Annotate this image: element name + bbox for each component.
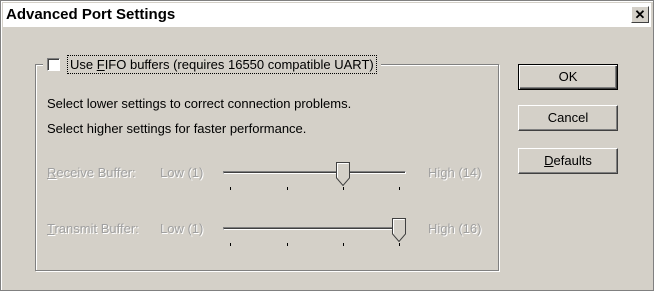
receive-tick-1 (230, 187, 231, 190)
receive-tick-4 (399, 187, 400, 190)
transmit-tick-4 (399, 243, 400, 246)
close-icon: ✕ (634, 7, 646, 22)
receive-low-label: Low (1) (160, 165, 204, 180)
transmit-slider-track[interactable] (223, 227, 406, 230)
fifo-checkbox-row[interactable]: Use FIFO buffers (requires 16550 compati… (43, 55, 381, 74)
transmit-high-label: High (16) (428, 221, 482, 236)
cancel-button[interactable]: Cancel (518, 105, 618, 131)
receive-high-label: High (14) (428, 165, 482, 180)
receive-tick-3 (343, 187, 344, 190)
defaults-button[interactable]: Defaults (518, 148, 618, 174)
info-text-lower: Select lower settings to correct connect… (47, 96, 352, 111)
transmit-tick-2 (287, 243, 288, 246)
fifo-checkbox-label[interactable]: Use FIFO buffers (requires 16550 compati… (67, 55, 377, 74)
dialog-title: Advanced Port Settings (6, 6, 176, 23)
receive-tick-2 (287, 187, 288, 190)
fifo-checkbox[interactable] (47, 58, 60, 71)
transmit-tick-1 (230, 243, 231, 246)
ok-button[interactable]: OK (518, 64, 618, 90)
transmit-low-label: Low (1) (160, 221, 204, 236)
info-text-higher: Select higher settings for faster perfor… (47, 121, 307, 136)
transmit-buffer-label: Transmit Buffer: (47, 221, 139, 236)
close-button[interactable]: ✕ (631, 6, 649, 23)
receive-slider-thumb[interactable] (336, 162, 350, 186)
transmit-slider-thumb[interactable] (392, 218, 406, 242)
receive-slider-track[interactable] (223, 171, 406, 174)
transmit-tick-3 (343, 243, 344, 246)
receive-buffer-label: Receive Buffer: (47, 165, 136, 180)
title-bar: Advanced Port Settings ✕ (3, 3, 651, 27)
